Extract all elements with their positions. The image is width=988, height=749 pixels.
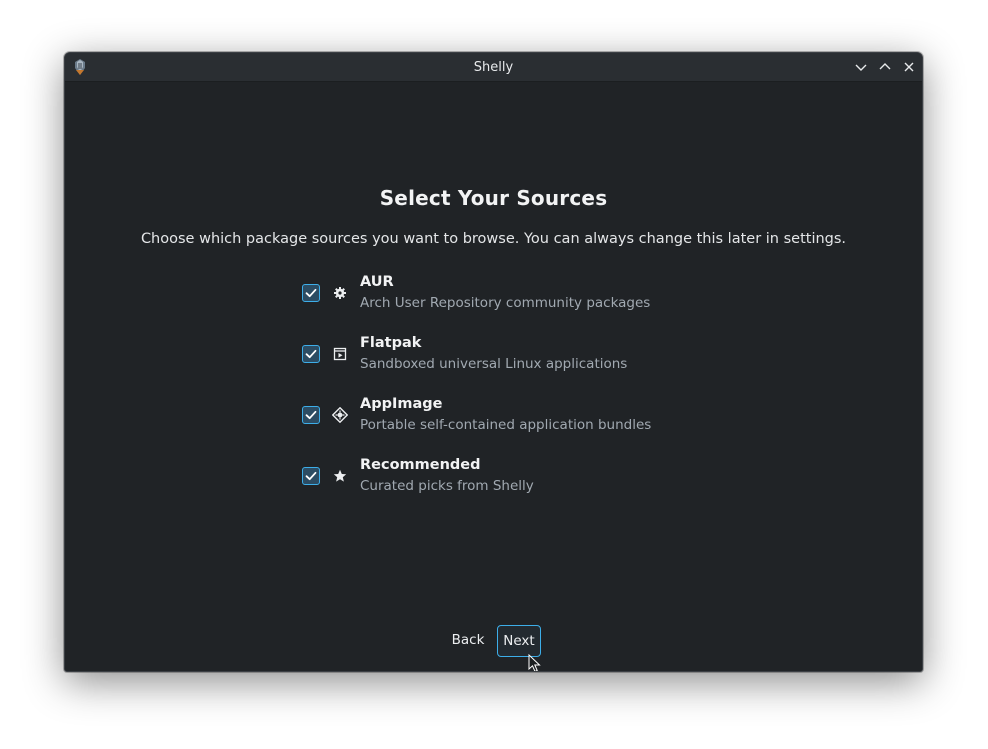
source-list: AUR Arch User Repository community packa… <box>302 274 722 518</box>
checkmark-icon <box>305 410 317 420</box>
source-name: AUR <box>360 274 394 290</box>
source-item-aur: AUR Arch User Repository community packa… <box>302 274 722 335</box>
recommended-checkbox[interactable] <box>302 467 320 485</box>
checkmark-icon <box>305 288 317 298</box>
wizard-content: Select Your Sources Choose which package… <box>65 82 922 671</box>
titlebar[interactable]: Shelly <box>65 53 922 82</box>
checkmark-icon <box>305 349 317 359</box>
page-subtitle: Choose which package sources you want to… <box>140 231 847 247</box>
source-name: Recommended <box>360 457 481 473</box>
source-item-flatpak: Flatpak Sandboxed universal Linux applic… <box>302 335 722 396</box>
back-button[interactable]: Back <box>447 625 489 657</box>
source-description: Portable self-contained application bund… <box>360 417 652 433</box>
gear-icon <box>332 285 348 301</box>
source-name: AppImage <box>360 396 443 412</box>
close-button[interactable] <box>901 59 917 75</box>
source-description: Arch User Repository community packages <box>360 295 651 311</box>
appimage-checkbox[interactable] <box>302 406 320 424</box>
source-name: Flatpak <box>360 335 422 351</box>
source-description: Sandboxed universal Linux applications <box>360 356 628 372</box>
star-icon <box>332 468 348 484</box>
app-window: Shelly Select Your Sources Choose which … <box>64 52 923 672</box>
chevron-down-icon <box>855 64 867 71</box>
page-title: Select Your Sources <box>379 186 608 210</box>
window-title: Shelly <box>473 60 514 75</box>
chevron-up-icon <box>879 63 891 70</box>
aur-checkbox[interactable] <box>302 284 320 302</box>
close-icon <box>904 62 914 72</box>
flatpak-icon <box>332 346 348 362</box>
source-item-recommended: Recommended Curated picks from Shelly <box>302 457 722 518</box>
next-button[interactable]: Next <box>497 625 541 657</box>
appimage-icon <box>331 406 349 424</box>
flatpak-checkbox[interactable] <box>302 345 320 363</box>
maximize-button[interactable] <box>877 59 893 75</box>
checkmark-icon <box>305 471 317 481</box>
mouse-cursor-icon <box>528 653 542 671</box>
source-description: Curated picks from Shelly <box>360 478 534 494</box>
minimize-button[interactable] <box>853 59 869 75</box>
source-item-appimage: AppImage Portable self-contained applica… <box>302 396 722 457</box>
